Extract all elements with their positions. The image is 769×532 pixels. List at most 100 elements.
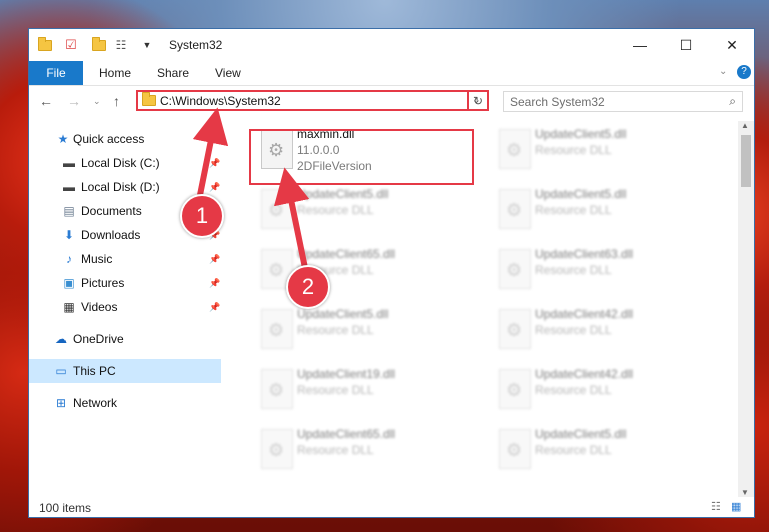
file-type: Resource DLL <box>535 263 612 277</box>
chevron-down-icon[interactable]: ▼ <box>139 37 155 53</box>
file-type: Resource DLL <box>297 323 374 337</box>
help-icon[interactable]: ? <box>737 65 751 79</box>
explorer-window: ☑ ☷ ▼ System32 — ☐ ✕ File Home Share Vie… <box>28 28 755 518</box>
music-icon: ♪ <box>66 252 72 266</box>
sidebar-item-pictures[interactable]: ▣ Pictures 📌 <box>29 271 221 295</box>
sidebar-item-label: OneDrive <box>73 332 124 346</box>
tab-share[interactable]: Share <box>157 66 189 80</box>
file-type: Resource DLL <box>535 323 612 337</box>
sidebar-item-label: Pictures <box>81 276 125 290</box>
file-name: UpdateClient5.dll <box>297 307 389 321</box>
file-item[interactable]: UpdateClient5.dll Resource DLL <box>487 181 717 239</box>
file-type: Resource DLL <box>297 443 374 457</box>
back-arrow-icon[interactable]: ← <box>39 93 53 109</box>
scroll-down-icon[interactable]: ▼ <box>741 488 749 497</box>
ribbon-tabs: File Home Share View ⌄ ? <box>29 61 754 86</box>
scroll-up-icon[interactable]: ▲ <box>741 121 749 130</box>
pin-icon: 📌 <box>209 301 221 312</box>
dll-file-icon <box>499 309 531 349</box>
sidebar-item-network[interactable]: ⊞ Network <box>29 391 221 415</box>
customize-toolbar-icon[interactable]: ☷ <box>113 37 129 53</box>
file-name: UpdateClient65.dll <box>297 427 396 441</box>
sidebar-item-label: Downloads <box>81 228 141 242</box>
file-type: Resource DLL <box>535 443 612 457</box>
status-bar: 100 items ☷ ▦ <box>29 499 754 517</box>
vertical-scrollbar[interactable]: ▲ ▼ <box>738 121 754 497</box>
properties-icon[interactable]: ☑ <box>63 37 79 53</box>
new-folder-icon[interactable] <box>91 36 107 53</box>
file-name: UpdateClient65.dll <box>297 247 396 261</box>
forward-arrow-icon[interactable]: → <box>67 93 81 109</box>
address-path: C:\Windows\System32 <box>160 94 281 108</box>
file-item[interactable]: UpdateClient5.dll Resource DLL <box>249 181 479 239</box>
sidebar-item-label: Local Disk (C:) <box>81 156 160 170</box>
sidebar-item-this-pc[interactable]: ▭ This PC <box>29 359 221 383</box>
file-item[interactable]: UpdateClient42.dll Resource DLL <box>487 301 717 359</box>
navigation-bar: ← → ⌄ ↑ C:\Windows\System32 ⌄ ↻ Search S… <box>29 87 754 115</box>
item-count: 100 items <box>39 501 92 515</box>
sidebar-item-label: Documents <box>81 204 142 218</box>
sidebar-item-music[interactable]: ♪ Music 📌 <box>29 247 221 271</box>
dll-file-icon <box>499 369 531 409</box>
file-item[interactable]: UpdateClient65.dll Resource DLL <box>249 241 479 299</box>
expand-ribbon-icon[interactable]: ⌄ <box>719 66 727 77</box>
file-item[interactable]: UpdateClient5.dll Resource DLL <box>249 301 479 359</box>
step-badge-1: 1 <box>180 194 224 238</box>
file-item[interactable]: UpdateClient42.dll Resource DLL <box>487 361 717 419</box>
refresh-button[interactable]: ↻ <box>467 90 489 111</box>
dll-file-icon <box>499 189 531 229</box>
computer-icon: ▭ <box>55 364 67 378</box>
recent-locations-icon[interactable]: ⌄ <box>93 96 101 107</box>
sidebar-item-videos[interactable]: ▦ Videos 📌 <box>29 295 221 319</box>
dll-file-icon <box>261 429 293 469</box>
sidebar-item-quick-access[interactable]: ★ Quick access <box>29 127 221 151</box>
folder-icon <box>142 92 156 109</box>
maximize-button[interactable]: ☐ <box>663 29 709 61</box>
file-item[interactable]: UpdateClient19.dll Resource DLL <box>249 361 479 419</box>
dll-file-icon <box>499 249 531 289</box>
dll-file-icon <box>261 189 293 229</box>
dll-file-icon <box>499 429 531 469</box>
file-name: UpdateClient19.dll <box>297 367 396 381</box>
address-bar[interactable]: C:\Windows\System32 ⌄ <box>136 90 489 111</box>
minimize-button[interactable]: — <box>617 29 663 61</box>
sidebar-item-local-disk-c[interactable]: ▬ Local Disk (C:) 📌 <box>29 151 221 175</box>
tab-home[interactable]: Home <box>99 66 131 80</box>
tab-view[interactable]: View <box>215 66 241 80</box>
sidebar-item-label: Music <box>81 252 113 266</box>
file-type: Resource DLL <box>535 143 612 157</box>
file-type: Resource DLL <box>535 203 612 217</box>
sidebar-item-label: Videos <box>81 300 118 314</box>
navigation-pane: ★ Quick access ▬ Local Disk (C:) 📌 ▬ Loc… <box>29 125 221 485</box>
file-item[interactable]: UpdateClient63.dll Resource DLL <box>487 241 717 299</box>
close-button[interactable]: ✕ <box>709 29 755 61</box>
tab-file[interactable]: File <box>29 61 83 85</box>
file-name: UpdateClient63.dll <box>535 247 634 261</box>
file-name: UpdateClient5.dll <box>535 187 627 201</box>
title-bar: ☑ ☷ ▼ System32 — ☐ ✕ <box>29 29 754 61</box>
details-view-icon[interactable]: ☷ <box>711 500 721 513</box>
up-arrow-icon[interactable]: ↑ <box>113 93 120 109</box>
sidebar-item-label: This PC <box>73 364 116 378</box>
documents-icon: ▤ <box>63 204 75 218</box>
pin-icon: 📌 <box>209 253 221 264</box>
dll-file-icon <box>261 309 293 349</box>
sidebar-item-onedrive[interactable]: ☁ OneDrive <box>29 327 221 351</box>
tiles-view-icon[interactable]: ▦ <box>731 500 741 513</box>
file-name: UpdateClient42.dll <box>535 307 634 321</box>
highlight-box-file <box>249 129 474 185</box>
search-icon: ⌕ <box>729 94 736 108</box>
videos-icon: ▦ <box>63 300 75 314</box>
scrollbar-thumb[interactable] <box>741 135 751 187</box>
window-title: System32 <box>169 38 223 52</box>
drive-icon: ▬ <box>63 180 75 194</box>
file-name: UpdateClient5.dll <box>535 127 627 141</box>
dll-file-icon <box>261 369 293 409</box>
star-icon: ★ <box>57 132 69 146</box>
file-item[interactable]: UpdateClient5.dll Resource DLL <box>487 421 717 479</box>
file-name: UpdateClient5.dll <box>297 187 389 201</box>
file-item[interactable]: UpdateClient5.dll Resource DLL <box>487 121 717 179</box>
search-input[interactable]: Search System32 ⌕ <box>503 91 743 112</box>
file-item[interactable]: UpdateClient65.dll Resource DLL <box>249 421 479 479</box>
sidebar-item-label: Local Disk (D:) <box>81 180 160 194</box>
